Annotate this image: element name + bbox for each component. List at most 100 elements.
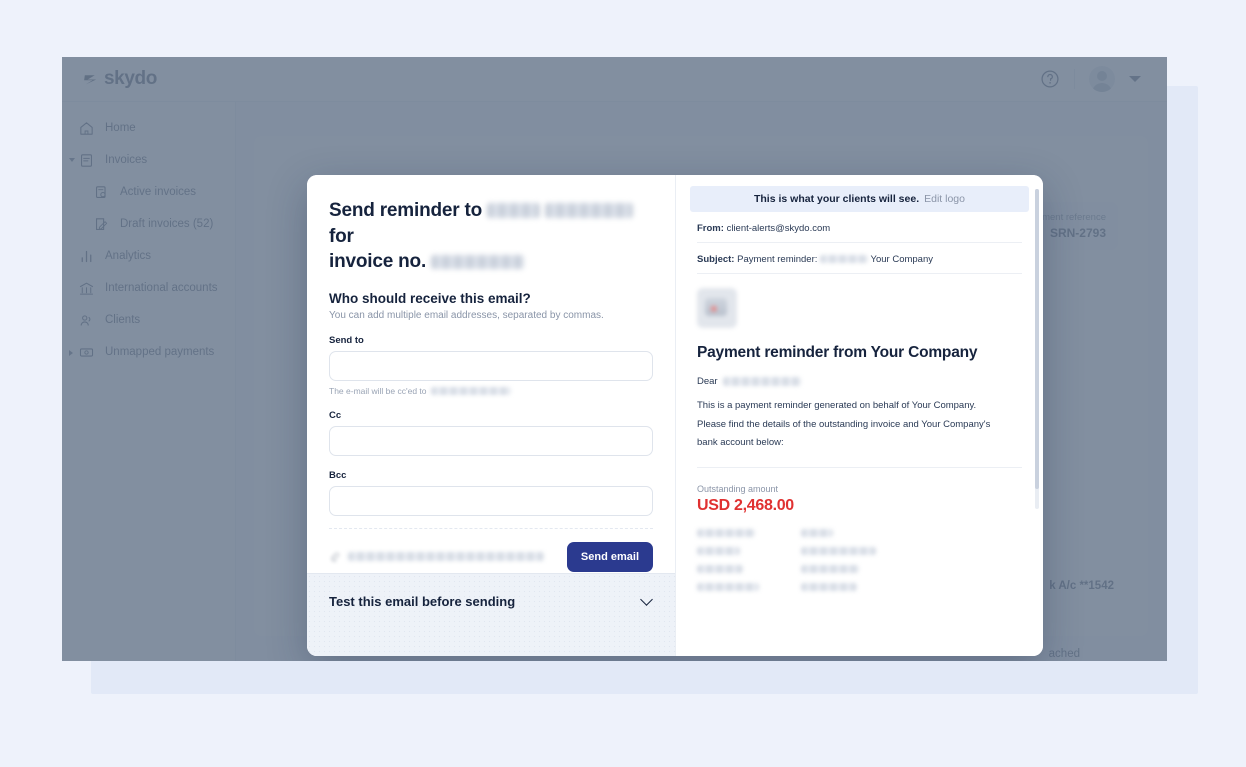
recipients-note: You can add multiple email addresses, se… bbox=[329, 309, 604, 321]
twisty-expanded-icon[interactable] bbox=[69, 158, 75, 162]
subject-label: Subject: bbox=[697, 254, 735, 265]
outstanding-amount-label: Outstanding amount bbox=[697, 483, 779, 494]
recipients-heading: Who should receive this email? bbox=[329, 290, 531, 306]
redacted-attachment-name bbox=[348, 552, 544, 562]
from-label: From: bbox=[697, 223, 724, 234]
twisty-collapsed-icon[interactable] bbox=[69, 350, 73, 356]
redacted-detail-value-3 bbox=[801, 564, 859, 573]
active-invoice-icon bbox=[96, 185, 106, 198]
cc-hint-text: The e-mail will be cc'ed to bbox=[329, 385, 427, 396]
redacted-subject-client bbox=[820, 255, 869, 264]
sidebar-item-label: Home bbox=[105, 122, 136, 134]
email-body-line-2: Please find the details of the outstandi… bbox=[697, 418, 991, 430]
company-logo-placeholder bbox=[697, 288, 737, 328]
attached-text: ached bbox=[1048, 648, 1080, 660]
sidebar-item-label: International accounts bbox=[105, 282, 218, 294]
modal-title-prefix: Send reminder to bbox=[329, 200, 483, 221]
send-reminder-modal: Send reminder to for invoice no. Who sho… bbox=[307, 175, 1043, 656]
email-body-line-3: bank account below: bbox=[697, 437, 784, 449]
brand-name: skydo bbox=[104, 68, 157, 89]
bank-account-text: k A/c **1542 bbox=[1049, 580, 1114, 592]
preview-banner: This is what your clients will see. Edit… bbox=[690, 186, 1029, 212]
banknote-icon bbox=[79, 347, 94, 357]
bank-icon bbox=[79, 282, 94, 295]
modal-title: Send reminder to for invoice no. bbox=[329, 198, 653, 275]
email-divider bbox=[697, 466, 1022, 468]
redacted-detail-key-4 bbox=[697, 582, 759, 591]
edit-logo-link[interactable]: Edit logo bbox=[924, 193, 965, 205]
sidebar-item-label: Active invoices bbox=[120, 186, 197, 198]
sidebar-item-active-invoices[interactable]: Active invoices bbox=[62, 176, 235, 208]
redacted-invoice-number bbox=[431, 255, 525, 270]
send-to-input[interactable] bbox=[329, 350, 653, 381]
modal-left-panel: Send reminder to for invoice no. Who sho… bbox=[307, 175, 675, 656]
email-from-row: From: client-alerts@skydo.com bbox=[697, 212, 1022, 243]
modal-title-middle: for bbox=[329, 225, 354, 247]
redacted-detail-value-2 bbox=[801, 546, 876, 555]
invoice-icon bbox=[81, 153, 92, 167]
redacted-detail-value-4 bbox=[801, 582, 857, 591]
sidebar-item-home[interactable]: Home bbox=[62, 112, 235, 144]
sidebar-item-analytics[interactable]: Analytics bbox=[62, 240, 235, 272]
email-heading: Payment reminder from Your Company bbox=[697, 344, 978, 361]
sidebar-item-invoices[interactable]: Invoices bbox=[62, 144, 235, 176]
avatar[interactable] bbox=[1089, 66, 1115, 92]
bcc-input[interactable] bbox=[329, 485, 653, 516]
from-value: client-alerts@skydo.com bbox=[726, 223, 831, 234]
question-circle-icon[interactable] bbox=[1040, 69, 1060, 89]
email-preview-panel: This is what your clients will see. Edit… bbox=[675, 175, 1043, 656]
email-body: From: client-alerts@skydo.com Subject: P… bbox=[690, 212, 1029, 591]
redacted-client-last bbox=[545, 203, 634, 219]
sidebar: Home Invoices Active invoices Draft invo… bbox=[62, 102, 236, 661]
sidebar-item-label: Analytics bbox=[105, 250, 152, 262]
bar-chart-icon bbox=[81, 250, 92, 262]
sidebar-item-label: Unmapped payments bbox=[105, 346, 215, 358]
send-to-label: Send to bbox=[329, 334, 364, 346]
email-paragraph: This is a payment reminder generated on … bbox=[697, 397, 1022, 453]
chevron-down-icon[interactable] bbox=[641, 594, 653, 606]
test-email-title: Test this email before sending bbox=[329, 594, 516, 610]
app-window: skydo Home Invoices Active invoices Draf… bbox=[62, 57, 1167, 661]
subject-prefix: Payment reminder: bbox=[737, 254, 818, 265]
subject-suffix: Your Company bbox=[870, 254, 934, 265]
skydo-mark-icon bbox=[84, 74, 97, 84]
redacted-detail-key-2 bbox=[697, 546, 740, 555]
preview-scrollbar-track[interactable] bbox=[1035, 189, 1039, 509]
sidebar-item-label: Invoices bbox=[105, 154, 148, 166]
chevron-down-icon[interactable] bbox=[1129, 76, 1141, 82]
redacted-detail-value-1 bbox=[801, 528, 833, 537]
dear-label: Dear bbox=[697, 376, 718, 387]
email-subject-row: Subject: Payment reminder: Your Company bbox=[697, 243, 1022, 274]
sidebar-item-clients[interactable]: Clients bbox=[62, 304, 235, 336]
sidebar-item-international-accounts[interactable]: International accounts bbox=[62, 272, 235, 304]
home-icon bbox=[80, 121, 93, 135]
redacted-detail-key-3 bbox=[697, 564, 743, 573]
paperclip-icon bbox=[330, 552, 340, 563]
attachment-row: Send email bbox=[329, 527, 653, 573]
redacted-cc-address bbox=[430, 386, 511, 395]
outstanding-amount-value: USD 2,468.00 bbox=[697, 496, 794, 514]
cc-label: Cc bbox=[329, 409, 342, 421]
brand-logo[interactable]: skydo bbox=[82, 68, 157, 90]
page-title bbox=[254, 112, 1167, 127]
people-icon bbox=[80, 314, 91, 326]
modal-title-line2: invoice no. bbox=[329, 251, 427, 273]
bcc-label: Bcc bbox=[329, 469, 347, 481]
cc-hint: The e-mail will be cc'ed to bbox=[329, 386, 653, 396]
invoice-details-table bbox=[697, 528, 1022, 591]
sidebar-item-label: Clients bbox=[105, 314, 141, 326]
sidebar-item-unmapped-payments[interactable]: Unmapped payments bbox=[62, 336, 235, 368]
sidebar-item-draft-invoices[interactable]: Draft invoices (52) bbox=[62, 208, 235, 240]
redacted-client-first bbox=[487, 203, 541, 219]
test-email-section[interactable]: Test this email before sending bbox=[307, 573, 675, 656]
preview-scrollbar-thumb[interactable] bbox=[1035, 189, 1039, 489]
page-root: skydo Home Invoices Active invoices Draf… bbox=[0, 0, 1246, 767]
redacted-detail-key-1 bbox=[697, 528, 755, 537]
cc-input[interactable] bbox=[329, 425, 653, 456]
preview-banner-text: This is what your clients will see. bbox=[753, 193, 920, 205]
draft-invoice-icon bbox=[96, 217, 108, 230]
redacted-recipient-name bbox=[722, 377, 801, 386]
send-email-button[interactable]: Send email bbox=[566, 541, 653, 572]
email-body-line-1: This is a payment reminder generated on … bbox=[697, 400, 977, 411]
toolbar-divider bbox=[1074, 69, 1075, 89]
